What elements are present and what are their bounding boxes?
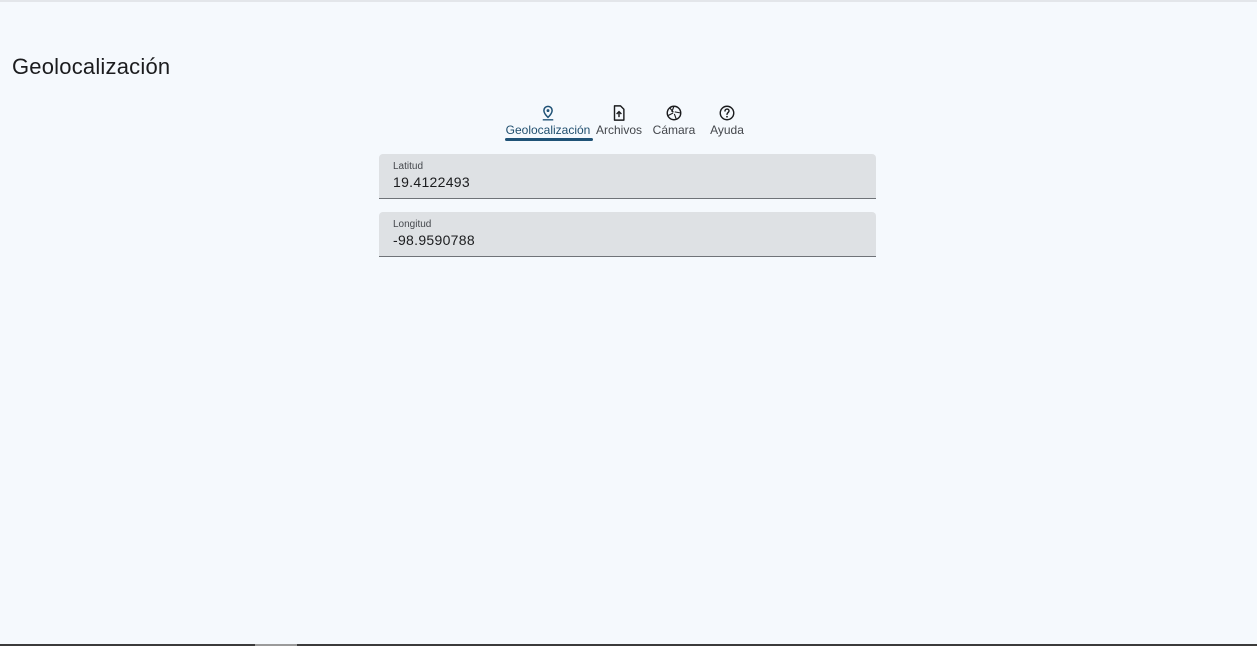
tab-label: Archivos	[595, 123, 642, 137]
top-divider	[0, 0, 1257, 2]
file-upload-icon	[613, 105, 625, 121]
tab-ayuda[interactable]: Ayuda	[707, 103, 747, 141]
tab-camara[interactable]: Cámara	[649, 103, 699, 141]
tab-bar: Geolocalización Archivos Cámara Ayuda	[503, 103, 747, 143]
tab-label: Cámara	[652, 123, 696, 137]
page-title: Geolocalización	[12, 54, 171, 79]
tab-label: Geolocalización	[505, 123, 591, 137]
tab-geolocalizacion[interactable]: Geolocalización	[503, 103, 593, 141]
latitude-field[interactable]: Latitud	[379, 154, 876, 199]
latitude-input[interactable]	[393, 174, 853, 190]
tab-label: Ayuda	[710, 123, 744, 137]
help-icon	[719, 105, 735, 121]
longitude-field[interactable]: Longitud	[379, 212, 876, 257]
latitude-label: Latitud	[393, 161, 424, 172]
tab-archivos[interactable]: Archivos	[593, 103, 645, 141]
longitude-label: Longitud	[393, 219, 432, 230]
location-pin-icon	[542, 105, 554, 121]
longitude-input[interactable]	[393, 232, 853, 248]
camera-shutter-icon	[666, 105, 682, 121]
